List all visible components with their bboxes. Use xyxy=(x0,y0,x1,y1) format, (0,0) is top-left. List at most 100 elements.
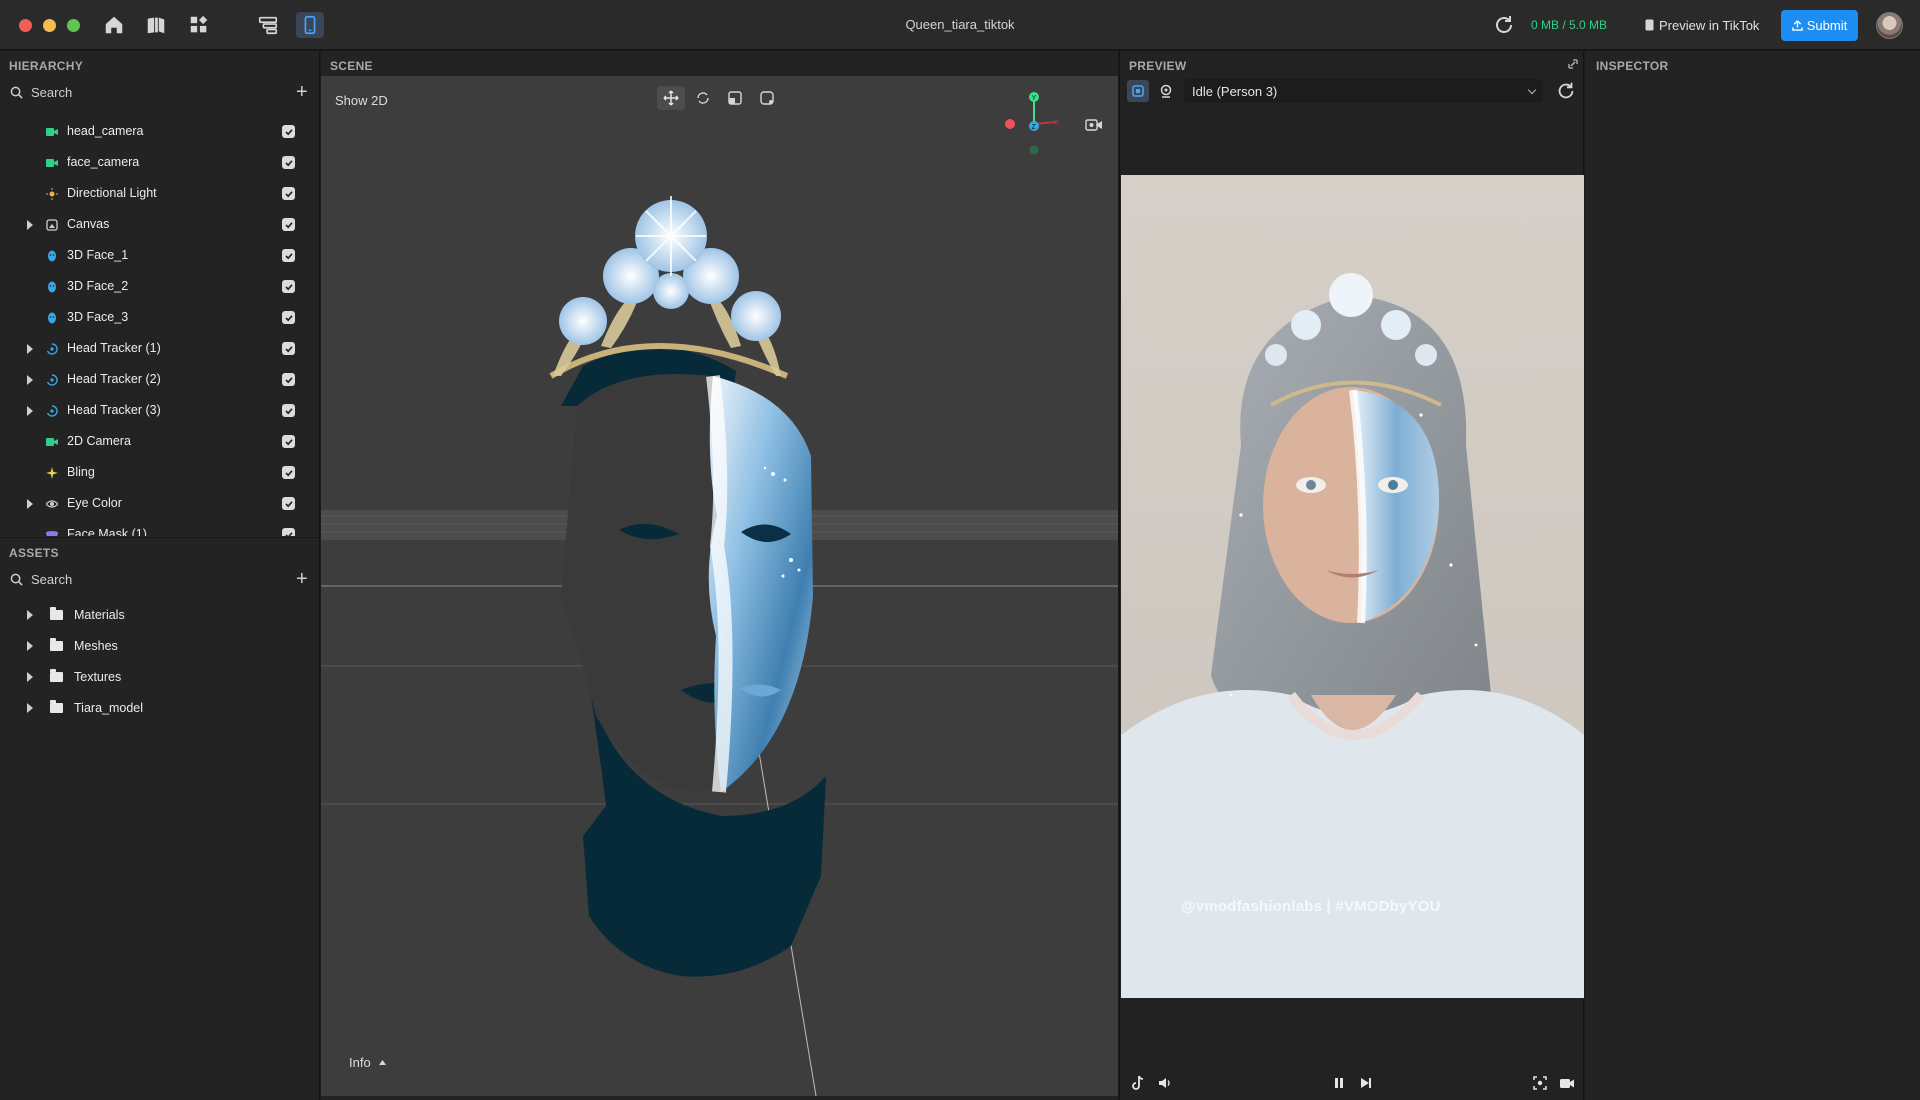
hierarchy-item[interactable]: Canvas xyxy=(0,209,320,240)
visibility-checkbox[interactable] xyxy=(282,311,295,324)
move-tool-button[interactable] xyxy=(657,86,685,110)
record-video-icon[interactable] xyxy=(1557,1073,1577,1093)
assets-search[interactable]: Search xyxy=(10,569,72,589)
hierarchy-item[interactable]: Head Tracker (3) xyxy=(0,395,320,426)
hierarchy-item[interactable]: Face Mask (1) xyxy=(0,519,320,536)
expand-icon[interactable] xyxy=(1567,58,1579,70)
phone-preview-icon[interactable] xyxy=(296,12,324,38)
learn-book-icon[interactable] xyxy=(142,12,170,38)
expand-arrow-icon[interactable] xyxy=(27,703,33,713)
visibility-checkbox[interactable] xyxy=(282,342,295,355)
caret-up-icon xyxy=(378,1060,386,1065)
visibility-checkbox[interactable] xyxy=(282,528,295,536)
sun-icon xyxy=(46,188,58,200)
tracker-icon xyxy=(46,405,58,417)
hierarchy-item[interactable]: Bling xyxy=(0,457,320,488)
hierarchy-search-input[interactable]: Search xyxy=(31,85,72,100)
webcam-toggle[interactable] xyxy=(1155,80,1177,102)
scene-label: SCENE xyxy=(330,59,373,73)
hierarchy-item-label: Head Tracker (2) xyxy=(67,372,161,386)
volume-icon[interactable] xyxy=(1155,1073,1175,1093)
visibility-checkbox[interactable] xyxy=(282,280,295,293)
screenshot-icon[interactable] xyxy=(1530,1073,1550,1093)
expand-arrow-icon[interactable] xyxy=(27,375,33,385)
preview-mode-select[interactable]: Idle (Person 3) xyxy=(1184,79,1543,103)
expand-arrow-icon[interactable] xyxy=(27,220,33,230)
camera-view-icon[interactable] xyxy=(1085,118,1103,132)
asset-folder[interactable]: Materials xyxy=(0,600,320,631)
pause-icon[interactable] xyxy=(1329,1073,1349,1093)
rect-tool-button[interactable] xyxy=(753,86,781,110)
hierarchy-item[interactable]: 3D Face_2 xyxy=(0,271,320,302)
info-toggle[interactable]: Info xyxy=(349,1055,386,1070)
hierarchy-item[interactable]: 2D Camera xyxy=(0,426,320,457)
scene-viewport[interactable] xyxy=(321,76,1118,1096)
close-window-button[interactable] xyxy=(19,19,32,32)
avatar[interactable] xyxy=(1876,12,1903,39)
gizmo-y-neg[interactable] xyxy=(1029,145,1039,155)
upload-icon xyxy=(1791,20,1803,31)
visibility-checkbox[interactable] xyxy=(282,187,295,200)
preview-person-image xyxy=(1121,175,1584,998)
refresh-icon[interactable] xyxy=(1492,13,1516,37)
add-object-button[interactable]: + xyxy=(296,82,308,102)
folder-icon xyxy=(50,607,63,620)
memory-usage: 0 MB / 5.0 MB xyxy=(1531,18,1608,32)
camera-icon xyxy=(46,436,58,448)
asset-folder[interactable]: Tiara_model xyxy=(0,693,320,724)
home-icon[interactable] xyxy=(100,12,128,38)
visibility-checkbox[interactable] xyxy=(282,404,295,417)
layout-panels-icon[interactable] xyxy=(254,12,282,38)
project-title: Queen_tiara_tiktok xyxy=(905,17,1015,32)
hierarchy-item[interactable]: Eye Color xyxy=(0,488,320,519)
gizmo-x-neg[interactable] xyxy=(1005,119,1015,129)
expand-arrow-icon[interactable] xyxy=(27,344,33,354)
show-2d-toggle[interactable]: Show 2D xyxy=(335,93,388,108)
visibility-checkbox[interactable] xyxy=(282,156,295,169)
tiktok-icon[interactable] xyxy=(1128,1073,1148,1093)
templates-grid-icon[interactable] xyxy=(185,12,213,38)
preview-video[interactable]: @vmodfashionlabs | #VMODbyYOU xyxy=(1121,175,1584,998)
visibility-checkbox[interactable] xyxy=(282,466,295,479)
hierarchy-item[interactable]: Head Tracker (2) xyxy=(0,364,320,395)
hierarchy-item[interactable]: Head Tracker (1) xyxy=(0,333,320,364)
hierarchy-search[interactable]: Search xyxy=(10,82,72,102)
scene-3d-render xyxy=(321,196,1118,1096)
scale-tool-button[interactable] xyxy=(721,86,749,110)
expand-arrow-icon[interactable] xyxy=(27,499,33,509)
mask-icon xyxy=(46,529,58,536)
maximize-window-button[interactable] xyxy=(67,19,80,32)
preview-3d-toggle[interactable] xyxy=(1127,80,1149,102)
visibility-checkbox[interactable] xyxy=(282,249,295,262)
hierarchy-item[interactable]: face_camera xyxy=(0,147,320,178)
expand-arrow-icon[interactable] xyxy=(27,610,33,620)
add-asset-button[interactable]: + xyxy=(296,569,308,589)
hierarchy-item[interactable]: Directional Light xyxy=(0,178,320,209)
expand-arrow-icon[interactable] xyxy=(27,641,33,651)
step-forward-icon[interactable] xyxy=(1356,1073,1376,1093)
hierarchy-item[interactable]: head_camera xyxy=(0,116,320,147)
rotate-tool-button[interactable] xyxy=(689,86,717,110)
reload-preview-icon[interactable] xyxy=(1555,80,1577,102)
axis-gizmo[interactable]: Y X Z xyxy=(996,88,1066,158)
hierarchy-item[interactable]: 3D Face_1 xyxy=(0,240,320,271)
asset-folder[interactable]: Meshes xyxy=(0,631,320,662)
visibility-checkbox[interactable] xyxy=(282,435,295,448)
expand-arrow-icon[interactable] xyxy=(27,672,33,682)
minimize-window-button[interactable] xyxy=(43,19,56,32)
asset-folder[interactable]: Textures xyxy=(0,662,320,693)
assets-search-input[interactable]: Search xyxy=(31,572,72,587)
hierarchy-item-label: Head Tracker (3) xyxy=(67,403,161,417)
visibility-checkbox[interactable] xyxy=(282,218,295,231)
submit-button[interactable]: Submit xyxy=(1781,10,1858,41)
panel-divider[interactable] xyxy=(0,537,320,538)
hierarchy-item[interactable]: 3D Face_3 xyxy=(0,302,320,333)
expand-arrow-icon[interactable] xyxy=(27,406,33,416)
hierarchy-item-label: Eye Color xyxy=(67,496,122,510)
visibility-checkbox[interactable] xyxy=(282,125,295,138)
asset-folder-label: Materials xyxy=(74,608,125,622)
visibility-checkbox[interactable] xyxy=(282,497,295,510)
hierarchy-item-label: 3D Face_2 xyxy=(67,279,129,293)
visibility-checkbox[interactable] xyxy=(282,373,295,386)
preview-in-tiktok-button[interactable]: Preview in TikTok xyxy=(1645,11,1759,39)
